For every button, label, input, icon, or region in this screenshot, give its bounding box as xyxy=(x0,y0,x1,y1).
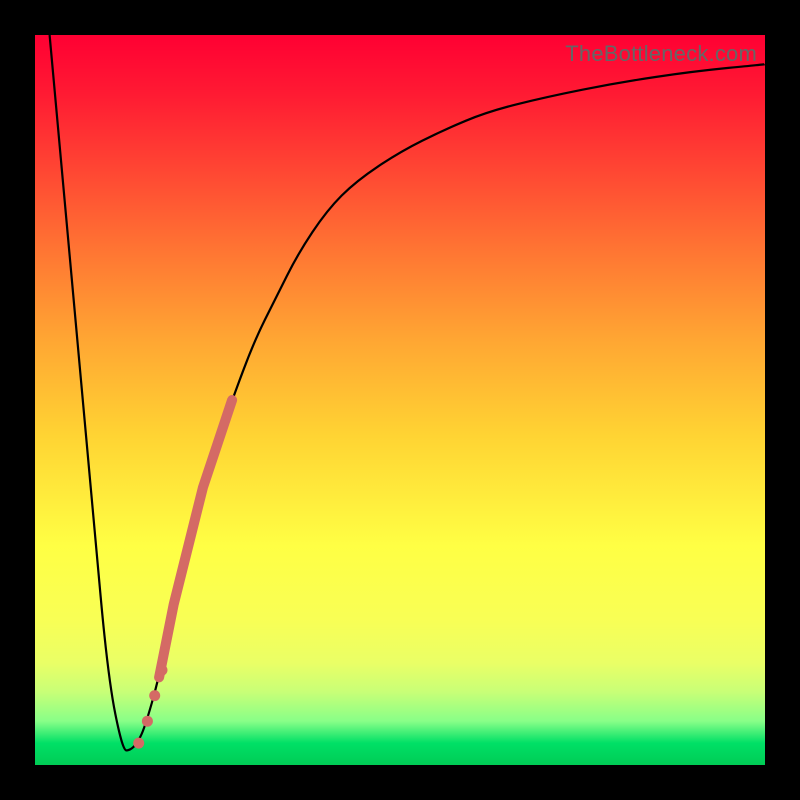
highlight-dot xyxy=(133,738,144,749)
highlight-segment xyxy=(159,400,232,677)
chart-plot-area: TheBottleneck.com xyxy=(35,35,765,765)
chart-frame: TheBottleneck.com xyxy=(0,0,800,800)
bottleneck-curve xyxy=(50,35,765,750)
chart-svg xyxy=(35,35,765,765)
highlight-dot xyxy=(142,716,153,727)
highlight-dot xyxy=(149,690,160,701)
highlight-dot xyxy=(157,665,168,676)
